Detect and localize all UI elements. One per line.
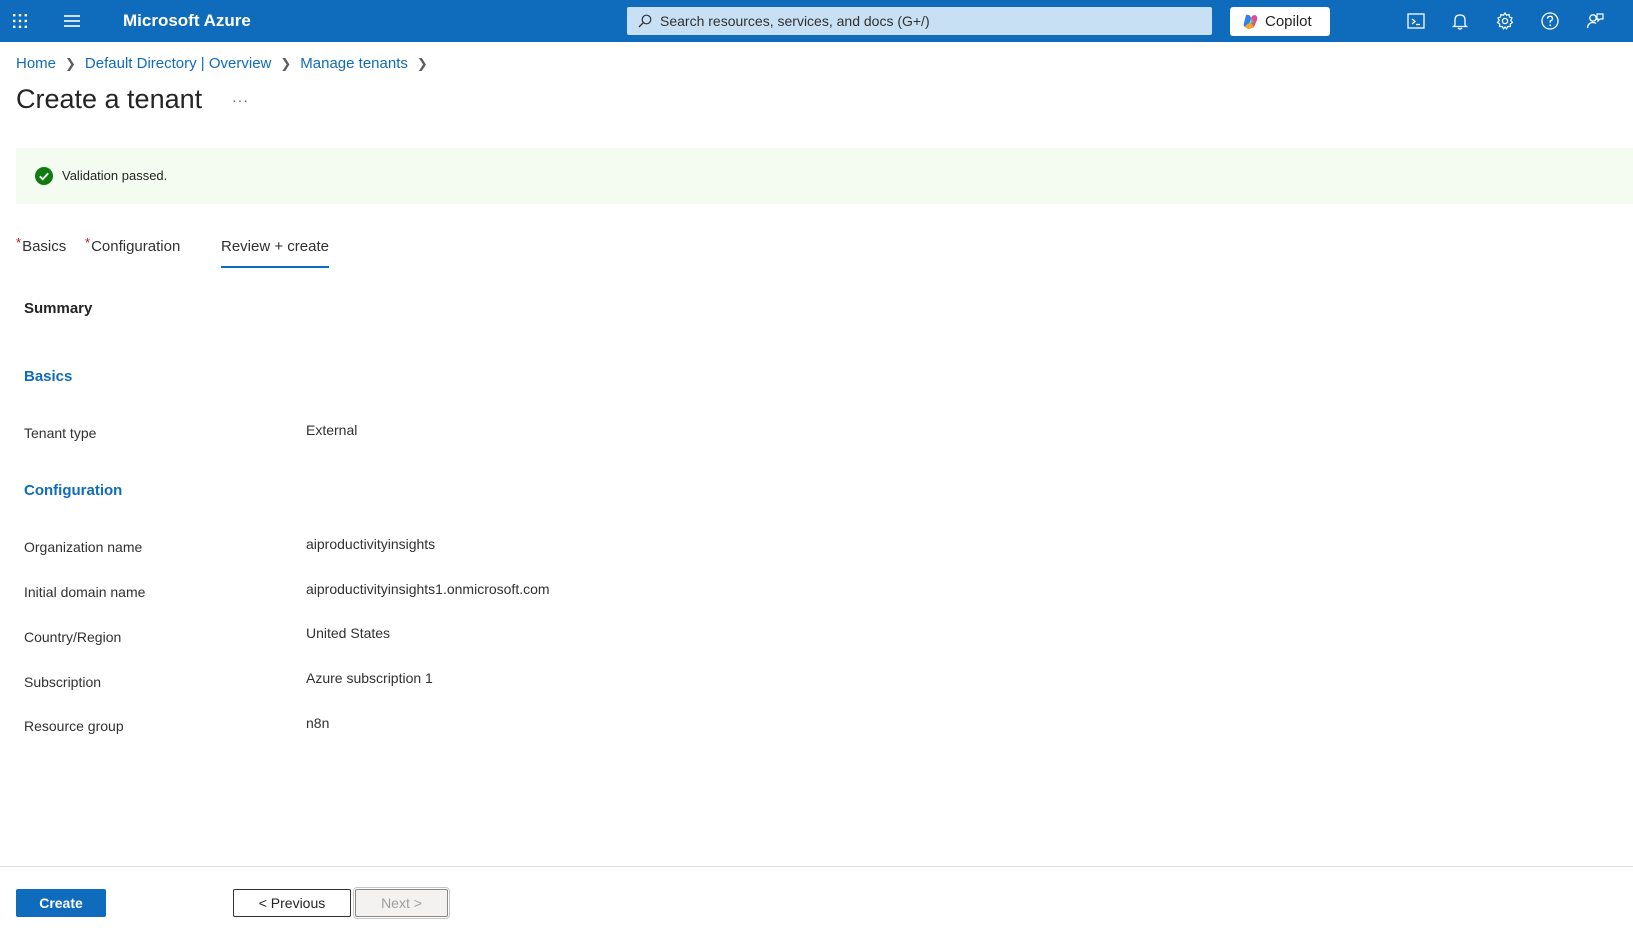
row-value-subscription: Azure subscription 1: [306, 670, 433, 686]
row-value-country-region: United States: [306, 625, 391, 641]
global-search[interactable]: [627, 7, 1212, 35]
top-bar: Microsoft Azure Copilot: [0, 0, 1633, 42]
breadcrumb-default-directory[interactable]: Default Directory | Overview: [85, 55, 271, 72]
cloud-shell-icon[interactable]: [1406, 11, 1426, 31]
summary-heading: Summary: [24, 300, 93, 317]
notifications-bell-icon[interactable]: [1450, 11, 1470, 31]
tab-configuration-label: Configuration: [91, 238, 181, 255]
tab-review-create-label: Review + create: [221, 238, 329, 255]
feedback-icon[interactable]: [1585, 11, 1605, 31]
chevron-right-icon: ❯: [280, 55, 292, 71]
configuration-section-heading: Configuration: [24, 482, 123, 499]
previous-button[interactable]: < Previous: [233, 889, 351, 917]
next-button[interactable]: Next >: [353, 887, 450, 919]
breadcrumb: Home ❯ Default Directory | Overview ❯ Ma…: [16, 55, 437, 72]
chevron-right-icon: ❯: [65, 55, 76, 71]
row-label-tenant-type: Tenant type: [24, 425, 97, 441]
success-check-icon: [35, 167, 53, 185]
row-label-resource-group: Resource group: [24, 718, 124, 734]
copilot-button[interactable]: Copilot: [1230, 7, 1330, 36]
row-label-country-region: Country/Region: [24, 629, 122, 645]
brand-title[interactable]: Microsoft Azure: [123, 11, 251, 31]
required-asterisk: *: [16, 235, 22, 250]
validation-banner: Validation passed.: [16, 148, 1633, 204]
row-value-resource-group: n8n: [306, 715, 330, 731]
help-question-icon[interactable]: [1540, 11, 1560, 31]
search-input[interactable]: [660, 7, 1200, 35]
create-button[interactable]: Create: [16, 889, 106, 917]
portal-menu-icon[interactable]: [62, 12, 82, 30]
tab-configuration[interactable]: *Configuration: [85, 235, 181, 268]
row-label-subscription: Subscription: [24, 674, 102, 690]
settings-gear-icon[interactable]: [1495, 11, 1515, 31]
row-label-initial-domain: Initial domain name: [24, 584, 146, 600]
breadcrumb-home[interactable]: Home: [16, 55, 56, 72]
tab-basics-label: Basics: [22, 238, 67, 255]
page-title: Create a tenant: [16, 84, 203, 114]
app-launcher-icon[interactable]: [10, 11, 30, 31]
tab-basics[interactable]: *Basics: [16, 235, 67, 268]
validation-text: Validation passed.: [62, 168, 168, 183]
chevron-right-icon: ❯: [416, 55, 428, 71]
row-value-tenant-type: External: [306, 422, 358, 438]
required-asterisk: *: [85, 235, 91, 250]
search-icon: [638, 14, 652, 28]
row-label-organization-name: Organization name: [24, 539, 143, 555]
row-value-initial-domain: aiproductivityinsights1.onmicrosoft.com: [306, 581, 550, 597]
row-value-organization-name: aiproductivityinsights: [306, 536, 436, 552]
footer-divider: [0, 866, 1633, 867]
basics-section-heading: Basics: [24, 368, 73, 385]
more-options-icon[interactable]: ···: [232, 92, 249, 108]
tab-review-create[interactable]: Review + create: [221, 238, 329, 268]
breadcrumb-manage-tenants[interactable]: Manage tenants: [300, 55, 408, 72]
copilot-icon: [1243, 14, 1258, 29]
copilot-label: Copilot: [1265, 13, 1312, 30]
